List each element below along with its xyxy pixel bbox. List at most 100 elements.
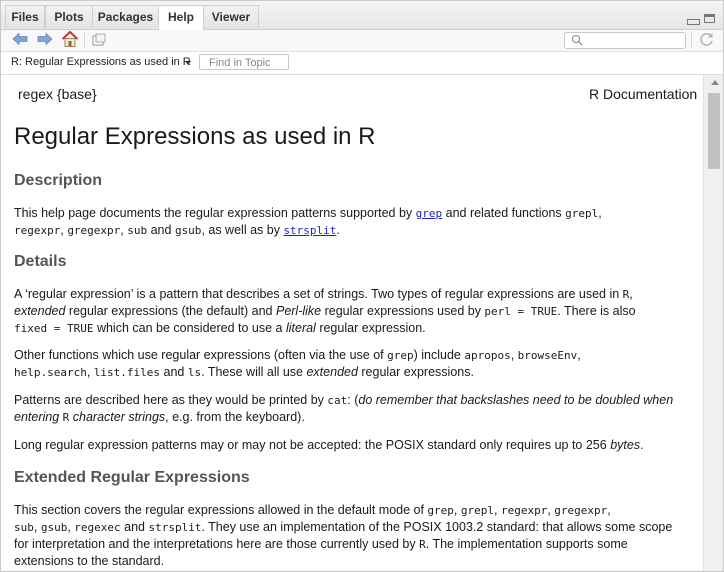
text: , — [629, 287, 633, 301]
code-cat: cat — [327, 394, 348, 407]
code-grepl: grepl — [460, 504, 494, 517]
emphasis: character strings — [69, 410, 166, 424]
text: This help page documents the regular exp… — [14, 206, 416, 220]
code-regexpr: regexpr — [14, 224, 61, 237]
code-ls: ls — [187, 366, 202, 379]
details-paragraph-1: A ‘regular expression’ is a pattern that… — [14, 286, 690, 337]
code-regexec: regexec — [74, 521, 121, 534]
vertical-scrollbar[interactable] — [703, 75, 723, 571]
text: Long regular expression patterns may or … — [14, 438, 611, 452]
emphasis: bytes — [610, 438, 641, 452]
code-grepl: grepl — [565, 207, 599, 220]
code-regexpr: regexpr — [500, 504, 548, 517]
strsplit-link[interactable]: strsplit — [283, 223, 336, 237]
emphasis: extended — [14, 304, 66, 318]
text: . There is also — [557, 304, 636, 318]
minimize-pane-icon[interactable] — [687, 18, 700, 25]
refresh-icon[interactable] — [698, 31, 715, 48]
code-sub: sub — [127, 224, 148, 237]
text: , as well as by — [201, 223, 284, 237]
text: and — [120, 520, 149, 534]
text: regular expression. — [315, 321, 426, 335]
text: which can be considered to use a — [93, 321, 286, 335]
emphasis: extended — [306, 365, 358, 379]
tab-plots[interactable]: Plots — [45, 5, 93, 28]
text: . — [336, 223, 340, 237]
page-title: Regular Expressions as used in R — [14, 123, 376, 150]
text: Other functions which use regular expres… — [14, 348, 388, 362]
topic-dropdown[interactable]: R: Regular Expressions as used in R — [11, 56, 191, 68]
code-r: R — [419, 538, 426, 551]
topic-bar: R: Regular Expressions as used in R Find… — [1, 52, 723, 75]
emphasis: literal — [285, 321, 316, 335]
code-gsub: gsub — [174, 224, 202, 237]
toolbar-separator — [84, 33, 85, 47]
tab-viewer[interactable]: Viewer — [203, 5, 259, 28]
tab-packages[interactable]: Packages — [92, 5, 159, 28]
code-gregexpr: gregexpr — [554, 504, 608, 517]
text: , — [577, 348, 581, 362]
code-help-search: help.search — [14, 366, 87, 379]
text: Patterns are described here as they woul… — [14, 393, 328, 407]
maximize-pane-icon[interactable] — [704, 14, 715, 24]
text: . These will all use — [201, 365, 307, 379]
popout-icon[interactable] — [91, 32, 107, 48]
text: regular expressions (the default) and — [65, 304, 276, 318]
code-fixed-true: fixed = TRUE — [14, 322, 94, 335]
extended-regex-heading: Extended Regular Expressions — [14, 469, 250, 486]
text: , — [598, 206, 602, 220]
text: , — [33, 520, 41, 534]
code-perl-true: perl = TRUE — [484, 305, 558, 318]
details-paragraph-3: Patterns are described here as they woul… — [14, 392, 690, 426]
text: : ( — [347, 393, 359, 407]
text: regular expressions. — [357, 365, 474, 379]
tab-help[interactable]: Help — [158, 5, 204, 30]
emphasis: Perl-like — [275, 304, 322, 318]
documentation-label: R Documentation — [589, 86, 698, 102]
pane-window-controls — [687, 10, 715, 28]
text: , — [86, 365, 94, 379]
text: ) include — [413, 348, 465, 362]
home-icon[interactable] — [61, 30, 79, 48]
text: . — [640, 438, 644, 452]
extended-regex-paragraph: This section covers the regular expressi… — [14, 502, 690, 569]
code-grep: grep — [387, 349, 414, 362]
text: , — [510, 348, 518, 362]
details-paragraph-4: Long regular expression patterns may or … — [14, 437, 690, 453]
description-heading: Description — [14, 172, 103, 189]
code-grep: grep — [427, 504, 454, 517]
scrollbar-thumb[interactable] — [708, 93, 720, 169]
details-paragraph-2: Other functions which use regular expres… — [14, 347, 690, 381]
text: and — [160, 365, 188, 379]
forward-arrow-icon[interactable] — [37, 31, 53, 47]
chevron-down-icon[interactable] — [185, 61, 191, 65]
help-pane: Files Plots Packages Help Viewer R: Regu… — [0, 0, 724, 572]
back-arrow-icon[interactable] — [12, 31, 28, 47]
scroll-up-icon[interactable] — [711, 80, 719, 85]
code-gregexpr: gregexpr — [67, 224, 121, 237]
pane-tab-bar: Files Plots Packages Help Viewer — [1, 1, 723, 30]
text: , e.g. from the keyboard). — [165, 410, 305, 424]
code-apropos: apropos — [464, 349, 511, 362]
text: , — [607, 503, 611, 517]
text: and — [147, 223, 175, 237]
details-heading: Details — [14, 253, 67, 270]
code-sub: sub — [14, 521, 34, 534]
help-search-input[interactable] — [564, 32, 686, 49]
find-in-topic-input[interactable]: Find in Topic — [199, 54, 289, 70]
text: This section covers the regular expressi… — [14, 503, 428, 517]
code-list-files: list.files — [93, 366, 161, 379]
package-label: regex {base} — [18, 86, 97, 102]
text: , — [453, 503, 461, 517]
code-browseenv: browseEnv — [517, 349, 578, 362]
help-toolbar — [1, 30, 723, 52]
code-strsplit: strsplit — [148, 521, 202, 534]
text: and related functions — [442, 206, 566, 220]
tab-files[interactable]: Files — [5, 5, 45, 28]
toolbar-separator — [691, 33, 692, 47]
text: , — [494, 503, 501, 517]
help-content: regex {base} R Documentation Regular Exp… — [1, 75, 701, 571]
grep-link[interactable]: grep — [416, 206, 443, 220]
description-paragraph: This help page documents the regular exp… — [14, 205, 690, 239]
text: A ‘regular expression’ is a pattern that… — [14, 287, 623, 301]
